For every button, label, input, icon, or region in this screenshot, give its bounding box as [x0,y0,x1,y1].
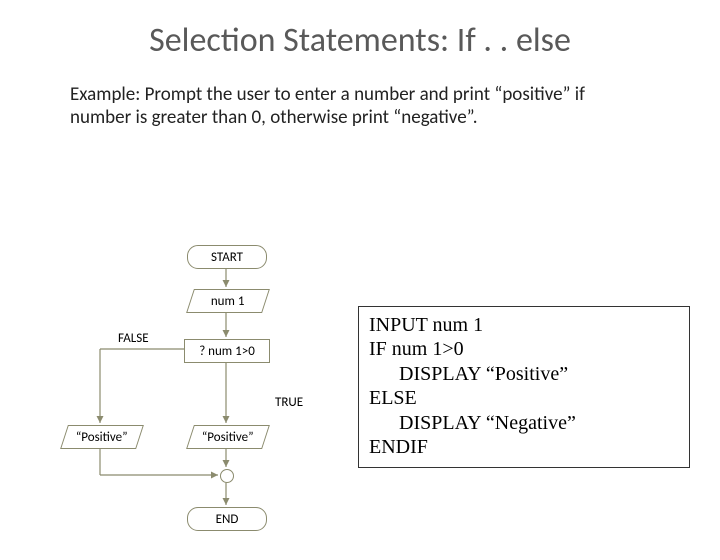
false-label: FALSE [118,331,149,346]
end-node: END [187,507,267,531]
connector-node [220,469,234,483]
input-label: num 1 [211,294,245,309]
pseudocode-line: INPUT num 1 [369,313,679,337]
left-output-node: “Positive” [60,425,144,449]
right-output-node: “Positive” [186,425,270,449]
flowchart: START num 1 ? num 1>0 FALSE TRUE “Positi… [40,245,360,545]
example-text: Example: Prompt the user to enter a numb… [70,84,650,130]
pseudocode-line: ENDIF [369,435,679,459]
input-node: num 1 [186,289,270,313]
page-title: Selection Statements: If . . else [0,20,720,61]
right-output-label: “Positive” [202,430,254,445]
start-node: START [187,245,267,269]
pseudocode-line: ELSE [369,386,679,410]
decision-node: ? num 1>0 [184,339,270,363]
pseudocode-box: INPUT num 1 IF num 1>0 DISPLAY “Positive… [358,306,690,468]
pseudocode-line: IF num 1>0 [369,337,679,361]
pseudocode-line: DISPLAY “Negative” [369,411,679,435]
pseudocode-line: DISPLAY “Positive” [369,362,679,386]
true-label: TRUE [275,395,303,410]
left-output-label: “Positive” [76,430,128,445]
